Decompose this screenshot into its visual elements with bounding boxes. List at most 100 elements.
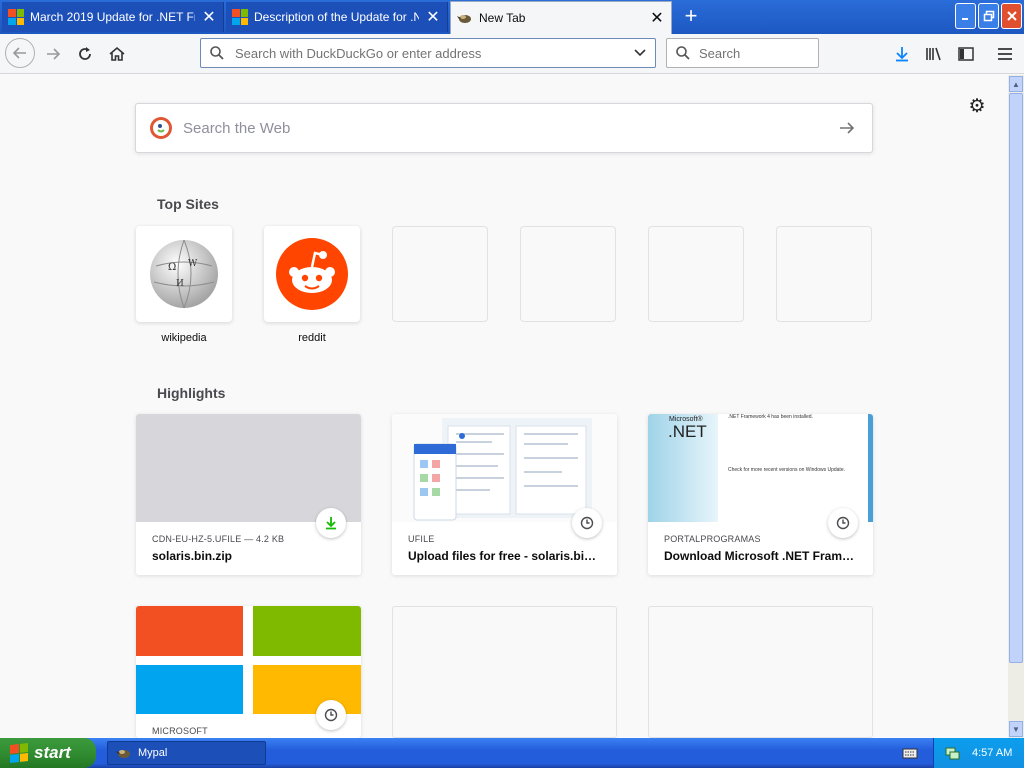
ms-green-square bbox=[253, 606, 361, 656]
clock: 4:57 AM bbox=[972, 747, 1013, 759]
ms-yellow-square bbox=[253, 665, 361, 714]
scrollbar-thumb[interactable] bbox=[1009, 93, 1023, 663]
top-site-empty[interactable] bbox=[776, 226, 872, 322]
network-icon[interactable] bbox=[944, 745, 960, 761]
svg-text:Ω: Ω bbox=[168, 262, 176, 273]
scroll-up-button[interactable]: ▲ bbox=[1009, 76, 1023, 92]
empty-tile[interactable] bbox=[776, 226, 872, 322]
highlights-heading: Highlights bbox=[157, 385, 226, 401]
forward-button[interactable] bbox=[39, 40, 67, 68]
ufile-screenshot-thumbnail bbox=[413, 418, 592, 521]
vertical-scrollbar[interactable]: ▲ ▼ bbox=[1008, 75, 1024, 738]
clock-icon bbox=[836, 516, 850, 530]
card-source: CDN-EU-HZ-5.UFILE — 4.2 KB bbox=[152, 534, 285, 544]
card-thumbnail bbox=[392, 414, 617, 522]
highlight-card[interactable]: MICROSOFT bbox=[136, 606, 361, 738]
highlight-card-empty bbox=[392, 606, 617, 738]
url-bar[interactable] bbox=[200, 38, 656, 68]
chevron-down-icon[interactable] bbox=[633, 46, 647, 60]
tab-title: Description of the Update for .NE bbox=[254, 10, 419, 24]
home-button[interactable] bbox=[103, 40, 131, 68]
tab-bar: March 2019 Update for .NET Fram ✕ Descri… bbox=[0, 0, 1024, 34]
card-thumbnail: Microsoft® .NET .NET Framework 4 has bee… bbox=[648, 414, 873, 522]
svg-text:И: И bbox=[176, 279, 184, 289]
card-source: MICROSOFT bbox=[152, 726, 208, 736]
url-input[interactable] bbox=[233, 44, 633, 62]
reload-icon bbox=[79, 47, 91, 60]
start-label: start bbox=[34, 743, 71, 762]
scroll-down-button[interactable]: ▼ bbox=[1009, 721, 1023, 737]
start-button[interactable]: start bbox=[0, 738, 96, 768]
wikipedia-globe-icon: Ω W И bbox=[150, 239, 218, 309]
top-sites-heading: Top Sites bbox=[157, 196, 219, 212]
top-site-tile[interactable] bbox=[264, 226, 360, 322]
top-site-empty[interactable] bbox=[648, 226, 744, 322]
reload-button[interactable] bbox=[71, 40, 99, 68]
net-check-text: Check for more recent versions on Window… bbox=[728, 467, 845, 473]
minimize-icon bbox=[961, 18, 968, 20]
search-input[interactable] bbox=[697, 44, 818, 62]
restore-button[interactable] bbox=[978, 3, 999, 29]
minimize-button[interactable] bbox=[955, 3, 976, 29]
empty-tile[interactable] bbox=[392, 226, 488, 322]
taskbar-item-mypal[interactable]: Mypal bbox=[107, 741, 266, 765]
card-badge bbox=[316, 508, 346, 538]
microsoft-logo-icon bbox=[8, 9, 24, 25]
arrow-right-icon[interactable] bbox=[838, 119, 856, 137]
highlight-card[interactable]: CDN-EU-HZ-5.UFILE — 4.2 KB solaris.bin.z… bbox=[136, 414, 361, 575]
net-logo-text: .NET bbox=[668, 422, 707, 441]
search-bar[interactable] bbox=[666, 38, 819, 68]
close-window-button[interactable] bbox=[1001, 3, 1022, 29]
tab-new-tab[interactable]: New Tab ✕ bbox=[450, 1, 672, 34]
card-title: Upload files for free - solaris.bin.zip … bbox=[408, 549, 603, 563]
reddit-logo-icon bbox=[276, 238, 348, 310]
windows-flag-icon bbox=[10, 743, 28, 763]
highlight-card[interactable]: Microsoft® .NET .NET Framework 4 has bee… bbox=[648, 414, 873, 575]
empty-tile[interactable] bbox=[648, 226, 744, 322]
downloads-button[interactable] bbox=[888, 40, 916, 68]
new-tab-page: ⚙ Top Sites Ω W И wikipedia bbox=[0, 75, 1008, 738]
gear-icon: ⚙ bbox=[968, 96, 986, 117]
sidebar-toggle-button[interactable] bbox=[952, 40, 980, 68]
top-site-tile[interactable]: Ω W И bbox=[136, 226, 232, 322]
search-icon bbox=[210, 46, 224, 60]
ms-blue-square bbox=[136, 665, 243, 714]
restore-icon bbox=[983, 10, 994, 22]
customize-button[interactable]: ⚙ bbox=[966, 95, 988, 117]
tab-description-update[interactable]: Description of the Update for .NE ✕ bbox=[226, 2, 448, 32]
keyboard-icon[interactable] bbox=[902, 745, 918, 761]
navigation-toolbar bbox=[0, 34, 1024, 74]
top-site-empty[interactable] bbox=[392, 226, 488, 322]
tab-title: March 2019 Update for .NET Fram bbox=[30, 10, 195, 24]
close-tab-icon[interactable]: ✕ bbox=[201, 7, 217, 27]
close-tab-icon[interactable]: ✕ bbox=[425, 7, 441, 27]
card-thumbnail bbox=[136, 414, 361, 522]
hamburger-menu-icon bbox=[998, 48, 1012, 60]
top-site-empty[interactable] bbox=[520, 226, 616, 322]
empty-tile[interactable] bbox=[520, 226, 616, 322]
web-search-box[interactable] bbox=[135, 103, 873, 153]
download-icon bbox=[896, 47, 908, 62]
new-tab-button[interactable]: + bbox=[680, 4, 702, 28]
top-site-label: reddit bbox=[298, 332, 326, 344]
net-border-graphic bbox=[868, 414, 873, 522]
taskbar: start Mypal 4:57 AM bbox=[0, 738, 1024, 768]
web-search-input[interactable] bbox=[181, 118, 838, 138]
clock-icon bbox=[580, 516, 594, 530]
top-site-reddit[interactable]: reddit bbox=[264, 226, 360, 344]
menu-button[interactable] bbox=[991, 40, 1019, 68]
net-installed-text: .NET Framework 4 has been installed. bbox=[728, 414, 813, 420]
highlight-card[interactable]: UFILE Upload files for free - solaris.bi… bbox=[392, 414, 617, 575]
top-site-label: wikipedia bbox=[161, 332, 207, 344]
svg-text:W: W bbox=[188, 259, 198, 269]
tab-march-update[interactable]: March 2019 Update for .NET Fram ✕ bbox=[2, 2, 224, 32]
highlight-card-empty bbox=[648, 606, 873, 738]
system-tray: 4:57 AM bbox=[933, 738, 1024, 768]
mypal-logo-icon bbox=[116, 750, 130, 758]
home-icon bbox=[109, 46, 125, 61]
back-button[interactable] bbox=[5, 38, 35, 68]
top-site-wikipedia[interactable]: Ω W И wikipedia bbox=[136, 226, 232, 344]
download-icon bbox=[326, 517, 336, 530]
close-tab-icon[interactable]: ✕ bbox=[649, 8, 665, 28]
library-button[interactable] bbox=[920, 40, 948, 68]
